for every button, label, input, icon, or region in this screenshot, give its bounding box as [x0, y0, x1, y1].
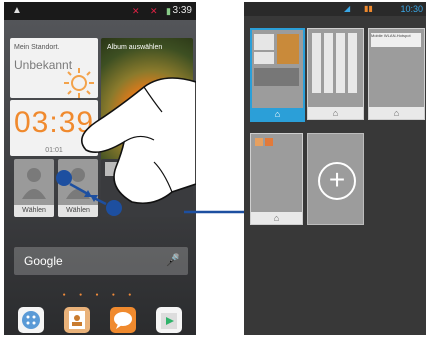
- home-icon[interactable]: ⌂: [308, 107, 363, 119]
- app-grid-preview: [312, 33, 358, 93]
- add-screen-button[interactable]: +: [307, 133, 364, 225]
- home-screen-2-thumbnail[interactable]: ⌂: [307, 28, 364, 120]
- home-icon[interactable]: ⌂: [369, 107, 424, 119]
- home-screen-1-thumbnail[interactable]: ⌂: [250, 28, 305, 122]
- signal-icon-2: ▮▮: [364, 4, 373, 13]
- notification-preview: Mobile WLAN-Hotspot: [371, 33, 421, 47]
- home-screen-3-thumbnail[interactable]: Mobile WLAN-Hotspot ⌂: [368, 28, 425, 120]
- status-bar-right: ◢ ▮▮ 10:30: [244, 2, 426, 16]
- widget-preview: [254, 34, 274, 50]
- app-icon-preview: [255, 138, 263, 146]
- right-phone-screen: ◢ ▮▮ 10:30 ⌂ ⌂ Mobile WLAN-Hotspot ⌂ ⌂ +: [244, 2, 426, 335]
- app-icon-preview-2: [265, 138, 273, 146]
- album-preview: [277, 34, 299, 64]
- contacts-preview: [254, 68, 299, 86]
- signal-icon: ◢: [344, 4, 351, 13]
- home-icon[interactable]: ⌂: [252, 108, 303, 120]
- clock-preview: [254, 52, 274, 64]
- plus-icon: +: [318, 162, 356, 200]
- home-icon[interactable]: ⌂: [251, 212, 302, 224]
- home-screen-4-thumbnail[interactable]: ⌂: [250, 133, 303, 225]
- status-time-right: 10:30: [400, 4, 423, 14]
